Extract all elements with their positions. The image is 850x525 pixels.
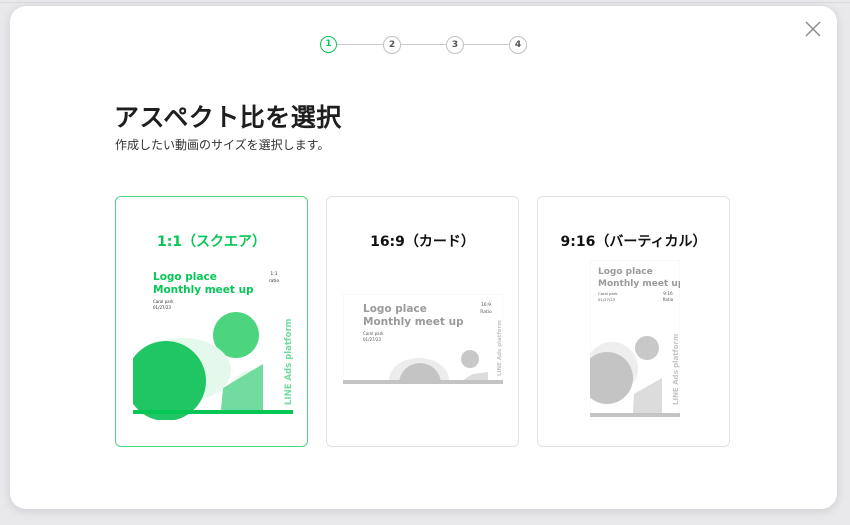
step-2: 2 bbox=[383, 36, 401, 54]
preview-ratio-value: 1:1 bbox=[270, 271, 277, 277]
vertical-preview: Logo place Monthly meet up Carol park 01… bbox=[590, 260, 680, 420]
modal-title: アスペクト比を選択 bbox=[114, 103, 342, 132]
close-icon bbox=[805, 21, 821, 37]
preview-venue: Carol park bbox=[363, 331, 384, 336]
step-3: 3 bbox=[446, 36, 464, 54]
preview-venue: Carol park bbox=[598, 291, 618, 296]
step-4: 4 bbox=[509, 36, 527, 54]
backdrop-divider bbox=[0, 2, 850, 3]
step-connector bbox=[337, 44, 383, 45]
preview-ratio-word: Ratio bbox=[663, 297, 674, 302]
preview-ratio-word: ratio bbox=[269, 278, 280, 284]
close-button[interactable] bbox=[803, 19, 823, 39]
preview-brand: LINE Ads platform bbox=[284, 318, 293, 405]
preview-date: 01/27/23 bbox=[153, 305, 171, 310]
preview-brand: LINE Ads platform bbox=[672, 334, 680, 405]
step-indicator: 1 2 3 4 bbox=[320, 36, 540, 54]
option-card[interactable]: 16:9（カード） Logo place Monthly meet up Car… bbox=[326, 196, 519, 447]
preview-brand: LINE Ads platform bbox=[497, 320, 503, 376]
option-label: 16:9（カード） bbox=[370, 234, 475, 250]
preview-ratio-value: 9:16 bbox=[663, 291, 673, 296]
option-label: 9:16（バーティカル） bbox=[560, 234, 707, 250]
preview-logo: Logo place bbox=[598, 267, 653, 277]
aspect-ratio-modal: 1 2 3 4 アスペクト比を選択 作成したい動画のサイズを選択します。 1:1… bbox=[10, 6, 837, 509]
square-preview: Logo place Monthly meet up Carol park 01… bbox=[133, 260, 293, 420]
modal-subtitle: 作成したい動画のサイズを選択します。 bbox=[115, 138, 330, 152]
preview-ratio-value: 16:9 bbox=[481, 302, 491, 308]
step-connector bbox=[400, 44, 446, 45]
preview-footer-bar bbox=[590, 413, 680, 417]
preview-footer-bar bbox=[133, 410, 293, 414]
preview-footer-bar bbox=[343, 380, 503, 384]
preview-date: 01/27/23 bbox=[363, 337, 381, 342]
option-vertical[interactable]: 9:16（バーティカル） Logo place Monthly meet up … bbox=[537, 196, 730, 447]
preview-event: Monthly meet up bbox=[153, 284, 254, 296]
preview-shape bbox=[635, 336, 659, 360]
preview-event: Monthly meet up bbox=[363, 316, 464, 328]
preview-logo: Logo place bbox=[363, 303, 427, 315]
step-connector bbox=[463, 44, 509, 45]
preview-shape bbox=[461, 350, 479, 368]
card-preview: Logo place Monthly meet up Carol park 01… bbox=[343, 294, 503, 384]
preview-date: 01/27/23 bbox=[598, 297, 616, 302]
preview-event: Monthly meet up bbox=[598, 279, 680, 289]
preview-ratio-word: Ratio bbox=[480, 309, 492, 315]
option-square[interactable]: 1:1（スクエア） Logo place Monthly meet up Car… bbox=[115, 196, 308, 447]
preview-venue: Carol park bbox=[153, 299, 174, 304]
step-1: 1 bbox=[320, 36, 337, 53]
preview-logo: Logo place bbox=[153, 271, 217, 283]
option-label: 1:1（スクエア） bbox=[156, 234, 267, 250]
